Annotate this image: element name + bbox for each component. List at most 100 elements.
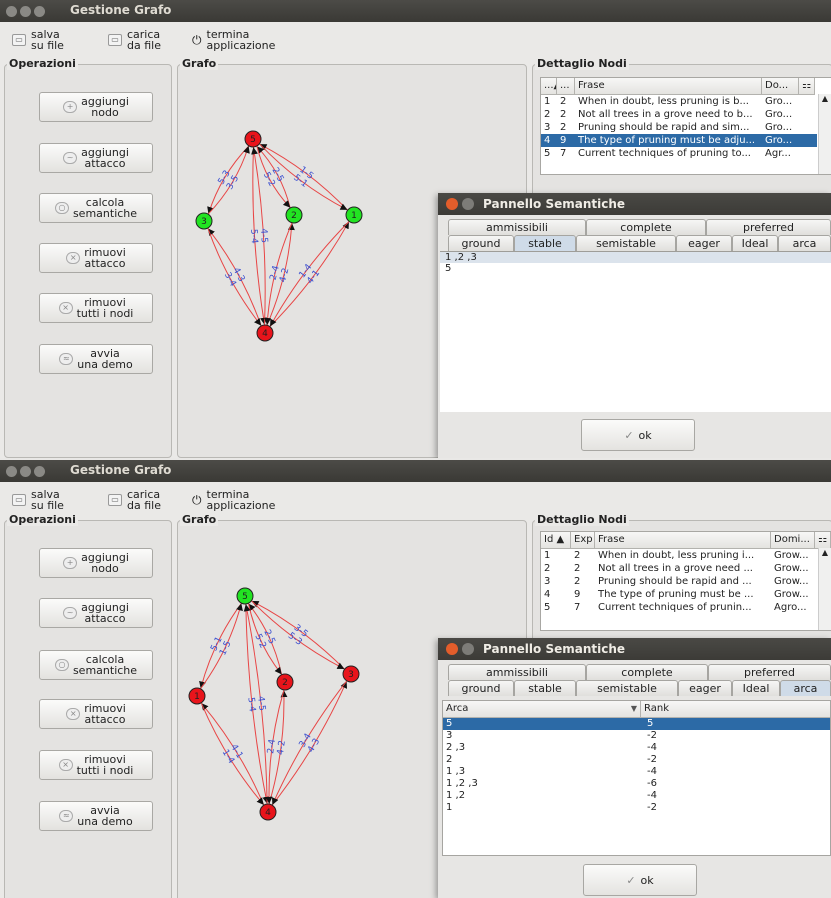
tab-ideal[interactable]: Ideal — [732, 680, 780, 696]
tab-ideal[interactable]: Ideal — [732, 235, 778, 251]
table-row[interactable]: 5 7 Current techniques of pruning to... Agr… — [541, 147, 799, 160]
col-id-header[interactable]: Id ▲ — [541, 532, 571, 548]
close-dialog-icon[interactable] — [446, 198, 458, 210]
table-row-selected[interactable]: 55 — [443, 718, 830, 730]
cell-id: 5 — [544, 148, 551, 159]
tab-ground[interactable]: ground — [448, 235, 514, 251]
minimize-dialog-icon[interactable] — [462, 643, 474, 655]
remove-all-nodes-button[interactable]: × rimuovi tutti i nodi — [39, 750, 153, 780]
tab-complete[interactable]: complete — [586, 664, 708, 680]
compute-semantics-button[interactable]: ○ calcola semantiche — [39, 193, 153, 223]
tab-ground[interactable]: ground — [448, 680, 514, 696]
tab-stable[interactable]: stable — [514, 680, 576, 696]
tab-eager[interactable]: eager — [676, 235, 732, 251]
cell-dom: Gro... — [765, 109, 793, 120]
table-row[interactable]: 3 2 Pruning should be rapid and sim... Gro.… — [541, 121, 799, 134]
table-row[interactable]: 3 -2 — [443, 730, 830, 742]
title-bar: Gestione Grafo — [0, 0, 831, 22]
tab-eager[interactable]: eager — [678, 680, 732, 696]
table-row[interactable]: 1 -2 — [443, 802, 830, 814]
minimize-window-button[interactable] — [20, 466, 31, 477]
column-chooser-icon[interactable]: ⚏ — [815, 532, 831, 548]
ok-label: ok — [638, 428, 652, 442]
details-scrollbar[interactable]: ▲ — [818, 94, 831, 174]
maximize-window-button[interactable] — [34, 466, 45, 477]
col-exp-header[interactable]: ... — [557, 78, 575, 94]
col-frase-header[interactable]: Frase — [575, 78, 762, 94]
add-attack-button[interactable]: ~ aggiungi attacco — [39, 598, 153, 628]
load-file-button[interactable]: ▭ carica da file — [108, 487, 161, 513]
maximize-window-button[interactable] — [34, 6, 45, 17]
demo-icon: ≈ — [59, 353, 74, 365]
tab-semistable[interactable]: semistable — [576, 680, 678, 696]
list-item[interactable]: 5 — [440, 263, 831, 274]
col-id-header[interactable]: ...▲ — [541, 78, 557, 94]
remove-all-nodes-button[interactable]: × rimuovi tutti i nodi — [39, 293, 153, 323]
table-row[interactable]: 2 2 Not all trees in a grove need to b... G… — [541, 108, 799, 121]
tab-arca[interactable]: arca — [780, 680, 831, 696]
table-row[interactable]: 2 -2 — [443, 754, 830, 766]
add-attack-button[interactable]: ~ aggiungi attacco — [39, 143, 153, 173]
remove-attack-button[interactable]: × rimuovi attacco — [39, 243, 153, 273]
list-item[interactable]: 1 ,2 ,3 — [440, 252, 831, 263]
arca-rank-table[interactable]: Arca ▼ Rank 55 3 -2 2 ,3 -4 2 -2 1 ,3 -4 1 ,2… — [442, 700, 831, 856]
col-exp-header[interactable]: Exp — [571, 532, 595, 548]
table-row-selected[interactable]: 4 9 The type of pruning must be adju... Gro… — [541, 134, 817, 147]
close-dialog-icon[interactable] — [446, 643, 458, 655]
remove-attack-button[interactable]: × rimuovi attacco — [39, 699, 153, 729]
load-file-button[interactable]: ▭ carica da file — [108, 27, 161, 53]
details-table[interactable]: ...▲ ... Frase Do... ⚏ 12When in doubt, … — [540, 77, 831, 175]
compute-semantics-button[interactable]: ○ calcola semantiche — [39, 650, 153, 680]
table-row[interactable]: 1 ,2 -4 — [443, 790, 830, 802]
table-row[interactable]: 1 ,2 ,3 -6 — [443, 778, 830, 790]
tab-complete[interactable]: complete — [586, 219, 706, 235]
results-list[interactable]: 1 ,2 ,3 5 — [440, 251, 831, 412]
ok-button[interactable]: ✓ ok — [583, 864, 697, 896]
tab-preferred[interactable]: preferred — [706, 219, 831, 235]
table-row[interactable]: 1 ,3 -4 — [443, 766, 830, 778]
tab-preferred[interactable]: preferred — [708, 664, 831, 680]
col-frase-header[interactable]: Frase — [595, 532, 771, 548]
table-row[interactable]: 4 9 The type of pruning must be ... Grow... — [541, 588, 815, 601]
cell-rank: -4 — [647, 790, 657, 801]
start-demo-button[interactable]: ≈ avvia una demo — [39, 344, 153, 374]
tab-ammissibili[interactable]: ammissibili — [448, 664, 586, 680]
cell-rank: -2 — [647, 754, 657, 765]
scroll-up-icon[interactable]: ▲ — [819, 94, 831, 103]
quit-app-button[interactable]: ⏻ termina applicazione — [192, 27, 275, 53]
col-arca-label: Arca — [446, 703, 469, 714]
col-dom-header[interactable]: Do... — [762, 78, 799, 94]
details-table[interactable]: Id ▲ Exp Frase Domi... ⚏ 1 2 When in doubt… — [540, 531, 831, 631]
table-row[interactable]: 5 7 Current techniques of prunin... Agro... — [541, 601, 815, 614]
save-file-button[interactable]: ▭ salva su file — [12, 487, 64, 513]
start-demo-button[interactable]: ≈ avvia una demo — [39, 801, 153, 831]
table-row[interactable]: 1 2 When in doubt, less pruning is b... Gro… — [541, 95, 799, 108]
column-chooser-icon[interactable]: ⚏ — [799, 78, 815, 94]
scroll-up-icon[interactable]: ▲ — [819, 548, 831, 557]
details-title: Dettaglio Nodi — [535, 57, 629, 70]
tab-stable[interactable]: stable — [514, 235, 576, 251]
minimize-dialog-icon[interactable] — [462, 198, 474, 210]
operations-title: Operazioni — [7, 57, 78, 70]
col-arca-header[interactable]: Arca ▼ — [443, 701, 641, 717]
close-window-button[interactable] — [6, 6, 17, 17]
minimize-window-button[interactable] — [20, 6, 31, 17]
table-row[interactable]: 3 2 Pruning should be rapid and ... Grow... — [541, 575, 815, 588]
tab-semistable[interactable]: semistable — [576, 235, 676, 251]
table-row[interactable]: 2 ,3 -4 — [443, 742, 830, 754]
col-rank-header[interactable]: Rank — [641, 701, 669, 717]
tab-arca[interactable]: arca — [778, 235, 831, 251]
start-demo-label: avvia una demo — [77, 347, 133, 371]
details-scrollbar[interactable]: ▲ — [818, 548, 831, 630]
table-row[interactable]: 1 2 When in doubt, less pruning i... Grow..… — [541, 549, 815, 562]
save-file-button[interactable]: ▭ salva su file — [12, 27, 64, 53]
ok-button[interactable]: ✓ ok — [581, 419, 695, 451]
add-node-button[interactable]: + aggiungi nodo — [39, 92, 153, 122]
add-node-button[interactable]: + aggiungi nodo — [39, 548, 153, 578]
col-dom-header[interactable]: Domi... — [771, 532, 815, 548]
tab-ammissibili[interactable]: ammissibili — [448, 219, 586, 235]
cell-dom: Grow... — [774, 589, 809, 600]
table-row[interactable]: 2 2 Not all trees in a grove need ... Grow.… — [541, 562, 815, 575]
close-window-button[interactable] — [6, 466, 17, 477]
quit-app-button[interactable]: ⏻ termina applicazione — [192, 487, 275, 513]
